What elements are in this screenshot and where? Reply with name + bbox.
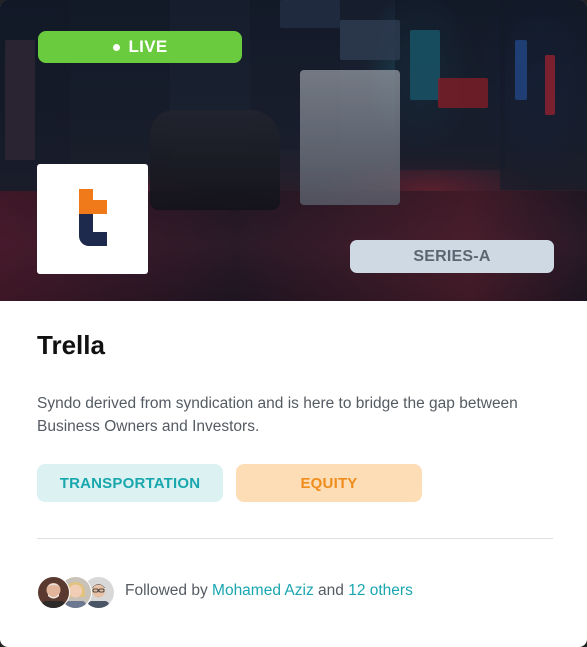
follower-name-link[interactable]: Mohamed Aziz [212,582,314,599]
tag-equity[interactable]: EQUITY [236,464,422,502]
followers-prefix: Followed by [125,582,208,599]
followers-joiner: and [318,582,344,599]
live-dot-icon [112,43,120,51]
tag-label: TRANSPORTATION [59,474,201,492]
live-status-label: LIVE [128,37,168,56]
live-status-badge: LIVE [38,31,242,63]
company-logo [37,164,148,274]
followers-text: Followed by Mohamed Aziz and 12 others [125,582,413,600]
divider [37,538,553,539]
funding-round-badge: SERIES-A [350,240,554,273]
other-followers-link[interactable]: 12 others [348,582,413,599]
company-description: Syndo derived from syndication and is he… [37,395,518,435]
trella-t-logo-icon [79,189,107,246]
tag-label: EQUITY [300,474,358,492]
follower-avatars[interactable] [37,576,117,609]
company-name[interactable]: Trella [37,330,105,361]
funding-round-label: SERIES-A [413,247,491,265]
tag-transportation[interactable]: TRANSPORTATION [37,464,223,502]
deal-card[interactable]: LIVE SERIES-A Trella Syndo derived from … [0,0,587,647]
avatar-older-man[interactable] [37,576,70,609]
